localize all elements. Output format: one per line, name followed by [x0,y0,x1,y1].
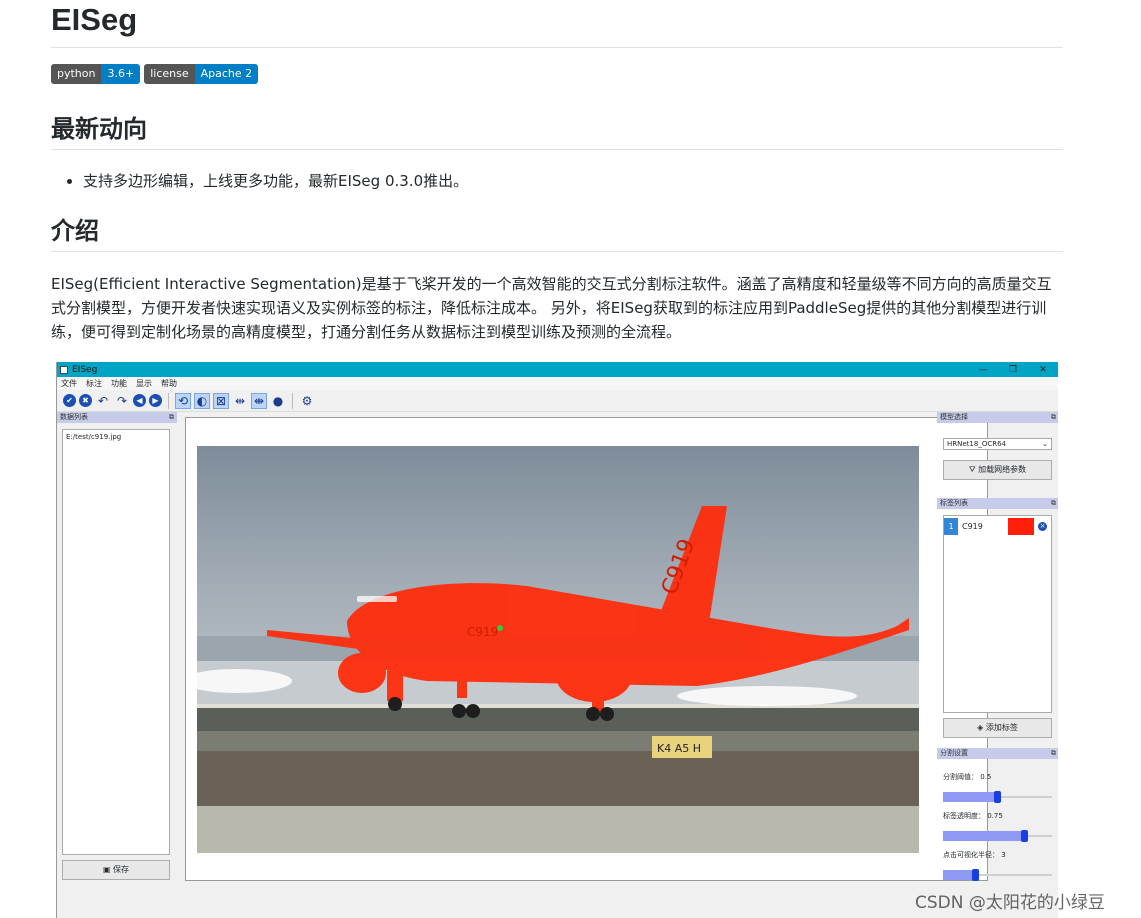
menu-annotate[interactable]: 标注 [86,377,102,390]
fuselage-text: C919 [467,625,498,639]
threshold-slider[interactable] [943,791,1052,803]
undo-icon[interactable]: ↶ [95,393,111,409]
clear-icon[interactable]: ✖ [79,394,92,407]
radius-slider[interactable] [943,869,1052,881]
save-icon: ▣ [102,865,114,874]
maximize-button[interactable]: ❐ [998,365,1028,375]
rotate-icon[interactable]: ⟲ [175,392,191,409]
badge-label: python [51,64,102,84]
label-row[interactable]: 1 C919 × [944,518,1051,535]
toolbar-separator [292,392,293,409]
brush-icon[interactable]: ◐ [194,392,210,409]
scale-icon[interactable]: ⇹ [232,393,248,409]
load-params-label: 加载网络参数 [978,465,1027,474]
badge-value: Apache 2 [194,64,259,84]
load-params-button[interactable]: ⛛ 加载网络参数 [943,460,1052,480]
label-index: 1 [944,518,958,535]
badge-value: 3.6+ [101,64,141,84]
dock-title-text: 分割设置 [940,749,968,757]
runway-sign-text: K4 A5 H [657,742,701,755]
redo-icon[interactable]: ↷ [114,393,130,409]
finish-icon[interactable]: ✔ [63,394,76,407]
save-button[interactable]: ▣ 保存 [62,860,170,880]
float-icon[interactable]: ⧉ [1051,412,1056,423]
dock-title: 数据列表 ⧉ [57,412,177,423]
toolbar-separator [168,392,169,409]
readme: EISeg python 3.6+ license Apache 2 最新动向 … [51,0,1063,341]
dock-title-text: 模型选择 [940,413,968,421]
menu-file[interactable]: 文件 [61,377,77,390]
network-icon: ⛛ [968,465,979,474]
opacity-label: 标签透明度： 0.75 [943,812,1003,820]
page-title: EISeg [51,0,1063,48]
float-icon[interactable]: ⧉ [169,412,174,423]
add-label-text: 添加标签 [985,723,1018,732]
dock-title: 标签列表 ⧉ [937,498,1058,509]
file-list[interactable]: E:/test/c919.jpg [62,429,170,855]
news-item: 支持多边形编辑，上线更多功能，最新EISeg 0.3.0推出。 [83,170,468,192]
airplane-photo[interactable]: K4 A5 H C919 C919 [197,446,919,853]
file-item[interactable]: E:/test/c919.jpg [66,433,166,441]
click-point-icon [497,625,503,631]
opacity-slider[interactable] [943,830,1052,842]
add-label-button[interactable]: ◈ 添加标签 [943,718,1052,738]
right-panels: 模型选择 ⧉ HRNet18_OCR64 ⌄ ⛛ 加载网络参数 标签列表 ⧉ 1… [937,412,1058,918]
settings-icon[interactable]: ⚙ [299,393,315,409]
data-list-dock: 数据列表 ⧉ E:/test/c919.jpg ▣ 保存 [57,412,177,892]
save-label: 保存 [113,865,130,874]
app-menubar: 文件 标注 功能 显示 帮助 [57,377,1058,390]
python-badge[interactable]: python 3.6+ [51,64,141,84]
eiseg-app-screenshot: EISeg — ❐ ✕ 文件 标注 功能 显示 帮助 ✔ ✖ ↶ ↷ ◀ ▶ ⟲… [56,362,1058,918]
label-name[interactable]: C919 [958,522,1008,531]
model-select[interactable]: HRNet18_OCR64 ⌄ [943,438,1052,450]
close-button[interactable]: ✕ [1028,365,1058,375]
intro-heading: 介绍 [51,216,1063,252]
minimize-button[interactable]: — [968,365,998,375]
chevron-down-icon: ⌄ [1042,440,1048,448]
badges: python 3.6+ license Apache 2 [51,64,259,84]
pan-icon[interactable]: ⇼ [251,392,267,409]
tag-icon: ◈ [977,723,986,732]
news-heading: 最新动向 [51,114,1063,150]
slider-handle[interactable] [994,791,1001,803]
news-list: 支持多边形编辑，上线更多功能，最新EISeg 0.3.0推出。 [69,170,468,192]
image-canvas[interactable]: K4 A5 H C919 C919 [185,417,988,881]
next-image-icon[interactable]: ▶ [149,394,162,407]
radius-label: 点击可视化半径： 3 [943,851,1006,859]
dock-title: 分割设置 ⧉ [937,748,1058,759]
label-list[interactable]: 1 C919 × [943,515,1052,713]
model-select-value: HRNet18_OCR64 [947,440,1006,448]
threshold-label: 分割阈值： 0.5 [943,773,992,781]
dock-title: 模型选择 ⧉ [937,412,1058,423]
dock-title-text: 标签列表 [940,499,968,507]
fill-icon[interactable]: ● [270,393,286,409]
crop-icon[interactable]: ⊠ [213,392,229,409]
float-icon[interactable]: ⧉ [1051,498,1056,509]
app-toolbar: ✔ ✖ ↶ ↷ ◀ ▶ ⟲ ◐ ⊠ ⇹ ⇼ ● ⚙ [57,390,1058,412]
menu-function[interactable]: 功能 [111,377,127,390]
slider-handle[interactable] [972,869,979,881]
app-icon [60,365,68,374]
delete-label-icon[interactable]: × [1038,522,1047,531]
dock-title-text: 数据列表 [60,413,88,421]
csdn-watermark: CSDN @太阳花的小绿豆 [915,893,1105,913]
prev-image-icon[interactable]: ◀ [133,394,146,407]
app-titlebar: EISeg — ❐ ✕ [57,362,1058,377]
float-icon[interactable]: ⧉ [1051,748,1056,759]
menu-help[interactable]: 帮助 [161,377,177,390]
intro-paragraph: EISeg(Efficient Interactive Segmentation… [51,275,1052,341]
label-color-swatch[interactable] [1008,518,1034,535]
badge-label: license [144,64,195,84]
app-window-title: EISeg [72,364,98,375]
menu-view[interactable]: 显示 [136,377,152,390]
slider-handle[interactable] [1021,830,1028,842]
license-badge[interactable]: license Apache 2 [144,64,259,84]
